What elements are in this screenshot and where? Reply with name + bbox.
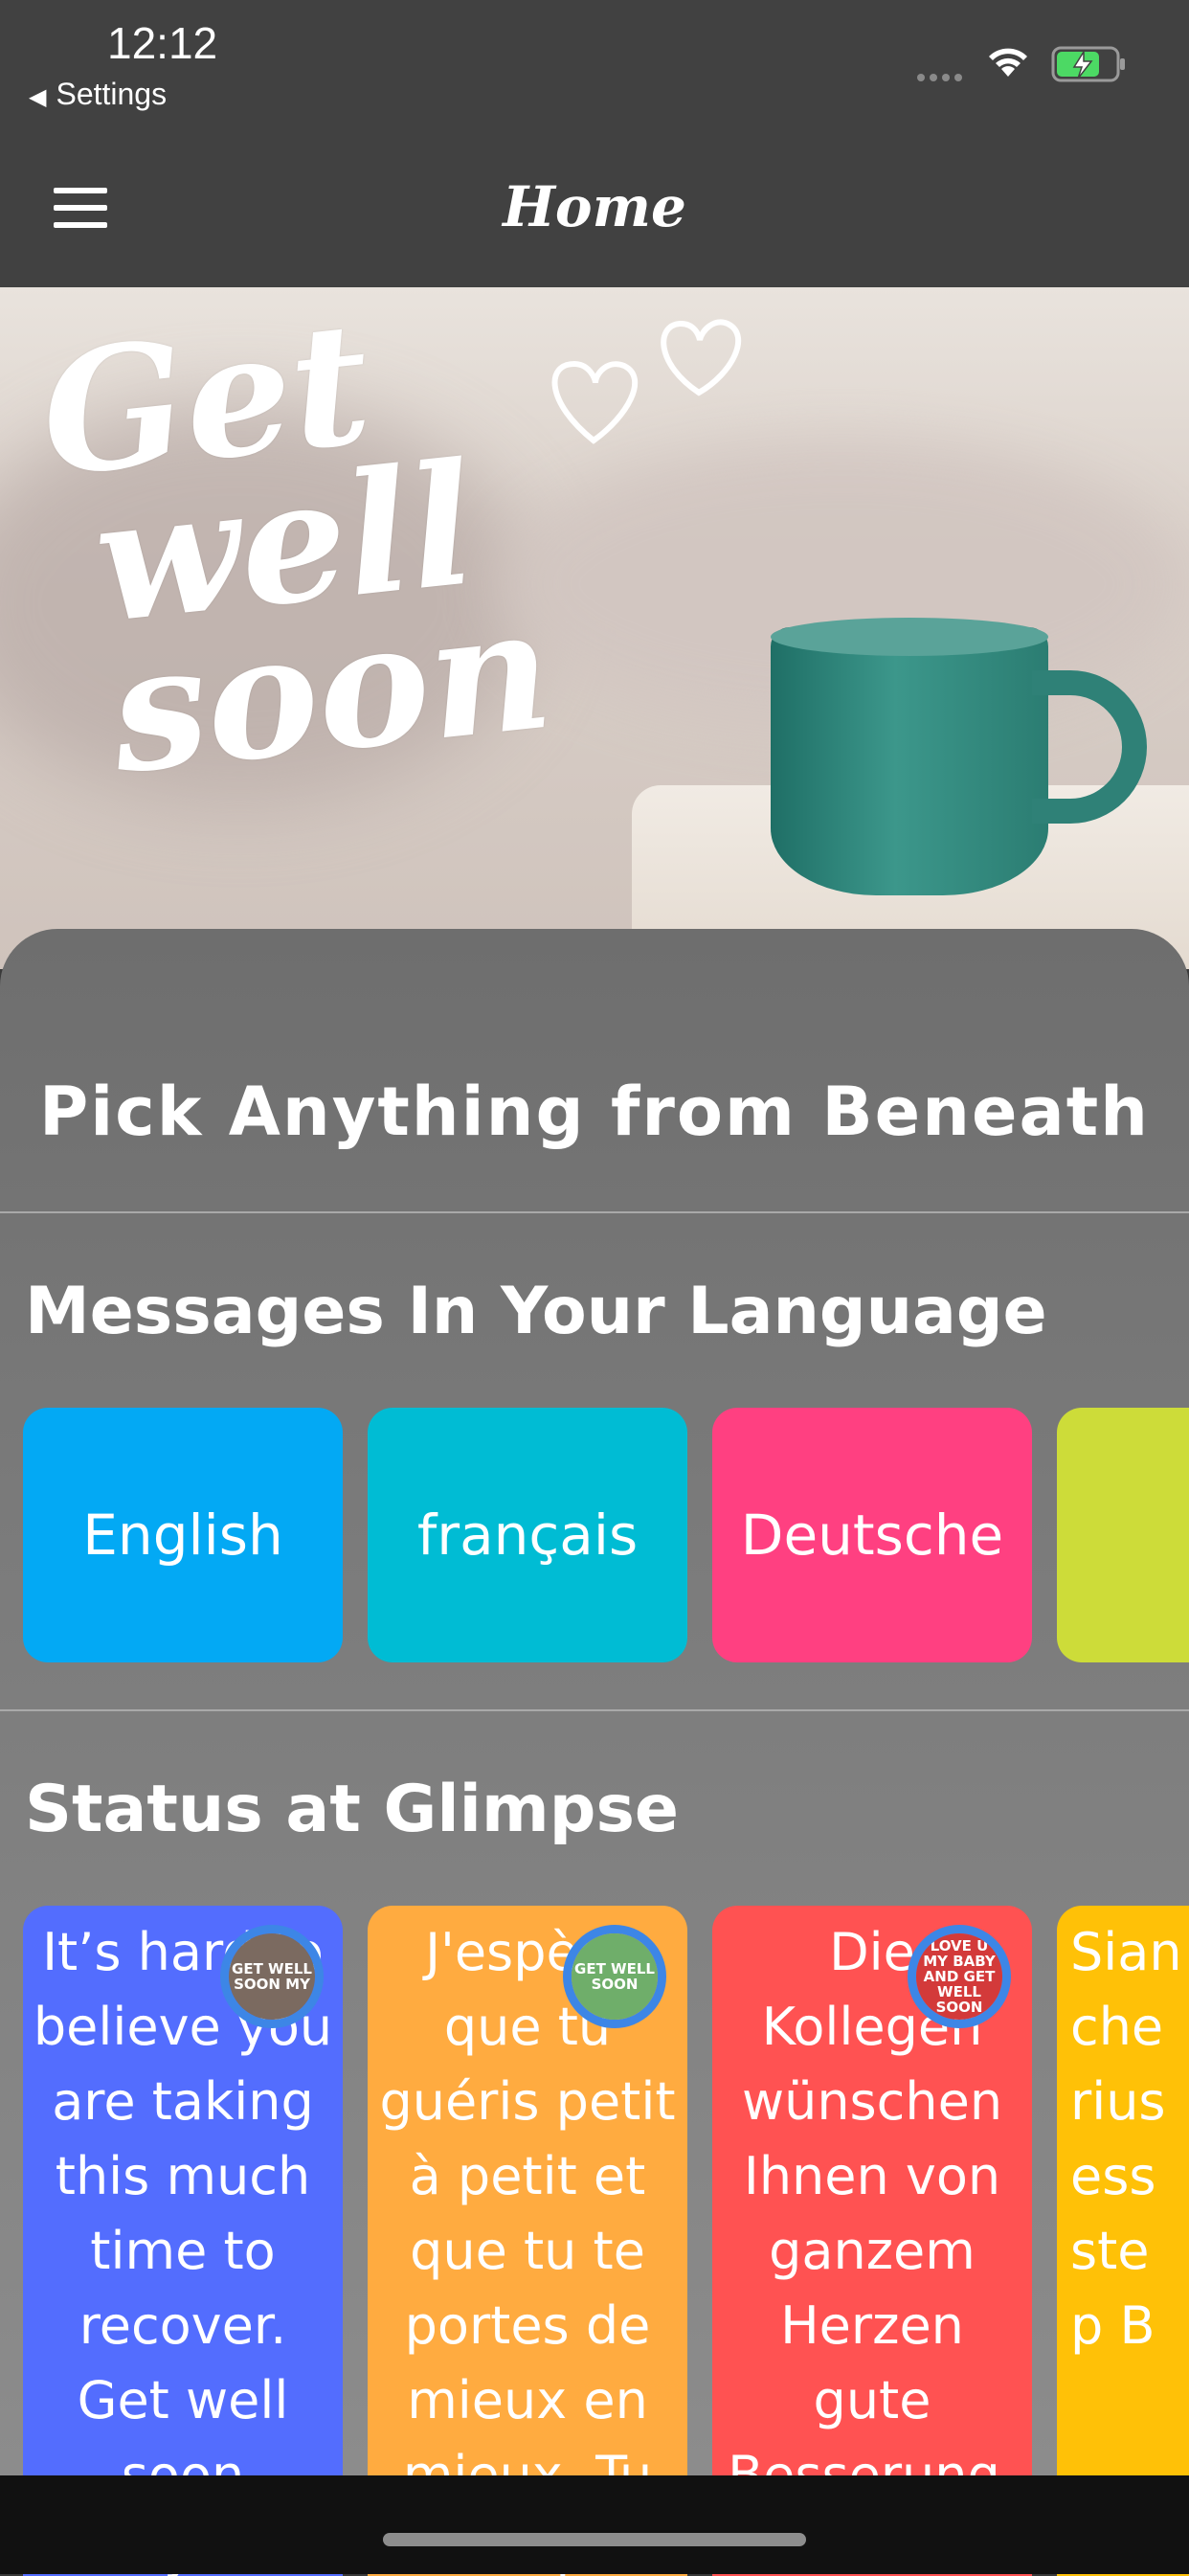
status-avatar[interactable]: LOVE U MY BABY AND GET WELL SOON [908,1925,1011,2028]
cellular-signal-icon [917,67,967,85]
divider [0,1211,1189,1213]
status-avatar[interactable]: GET WELL SOON MY [220,1925,324,2028]
back-arrow-icon: ◀ [29,84,47,110]
back-to-settings[interactable]: ◀ Settings [29,77,167,112]
status-section-title: Status at Glimpse [25,1772,680,1847]
home-indicator-area [0,2475,1189,2574]
hearts-icon [551,319,742,444]
languages-section-title: Messages In Your Language [25,1274,1047,1349]
back-label: Settings [56,77,168,111]
language-card-partial[interactable] [1057,1408,1189,1662]
language-card-francais[interactable]: français [368,1408,687,1662]
status-time: 12:12 [107,18,218,68]
status-avatar[interactable]: GET WELL SOON [563,1925,666,2028]
page-title: Home [503,174,686,239]
top-bar: 12:12 ◀ Settings Home [0,0,1189,287]
hero-title: Get well soon [33,287,561,812]
intro-heading: Pick Anything from Beneath [38,1073,1150,1151]
coffee-cup-illustration [771,618,1048,895]
language-card-english[interactable]: English [23,1408,343,1662]
language-card-deutsche[interactable]: Deutsche [712,1408,1032,1662]
battery-charging-icon [1051,46,1125,82]
divider [0,1709,1189,1711]
hero-banner: Get well soon [0,287,1189,969]
status-card-text: Sian che rius ess ste p B [1070,1922,1182,2356]
home-indicator[interactable] [383,2533,806,2546]
wifi-icon [989,48,1027,77]
